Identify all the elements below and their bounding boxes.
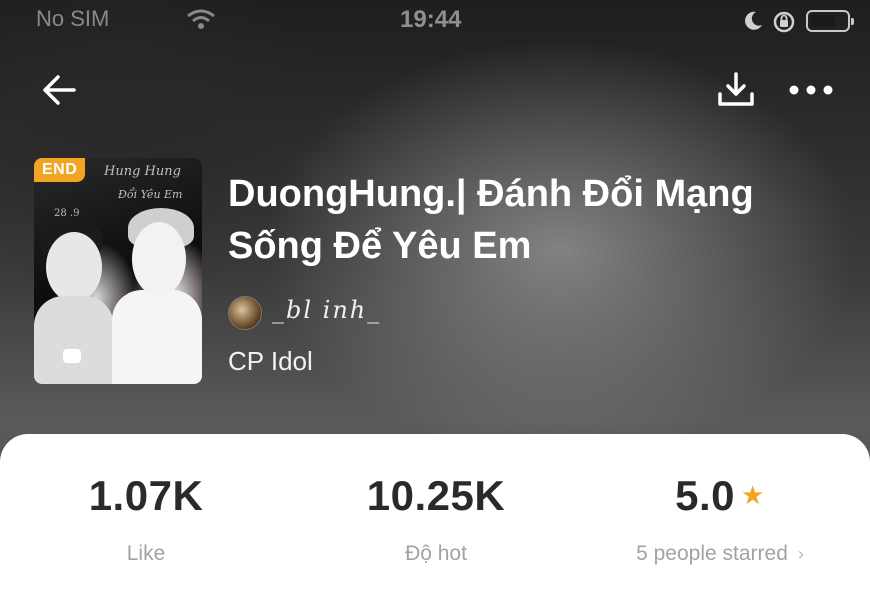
author-avatar[interactable] bbox=[228, 296, 262, 330]
more-dots-icon bbox=[789, 85, 833, 95]
stat-rating-value: 5.0 bbox=[675, 472, 736, 519]
chat-icon bbox=[50, 334, 96, 380]
do-not-disturb-icon bbox=[742, 10, 764, 37]
status-time: 19:44 bbox=[400, 6, 462, 33]
star-icon: ★ bbox=[741, 480, 765, 510]
stat-rating[interactable]: 5.0 ★ 5 people starred › bbox=[590, 472, 850, 566]
book-title: DuongHung.| Đánh Đổi Mạng Sống Để Yêu Em bbox=[228, 173, 754, 267]
rotation-lock-icon bbox=[772, 10, 796, 39]
download-icon bbox=[718, 72, 754, 106]
download-button[interactable] bbox=[714, 68, 758, 112]
more-options-button[interactable] bbox=[786, 76, 836, 104]
stat-rating-label: 5 people starred bbox=[636, 542, 788, 565]
author-name[interactable]: _bl inh_ bbox=[272, 296, 381, 324]
cover-script-top: Hung Hung bbox=[104, 164, 181, 179]
status-badge: END bbox=[34, 158, 86, 182]
back-button[interactable] bbox=[40, 70, 80, 110]
cover-script-bottom: Đổi Yêu Em bbox=[118, 188, 183, 201]
stat-hot: 10.25K Độ hot bbox=[306, 472, 566, 566]
book-cover[interactable]: Hung Hung Đổi Yêu Em 28 .9 bbox=[34, 158, 202, 384]
stats-panel: 1.07K Like 10.25K Độ hot 5.0 ★ 5 people s… bbox=[0, 434, 870, 614]
stat-likes-label: Like bbox=[126, 542, 166, 565]
book-category[interactable]: CP Idol bbox=[228, 346, 313, 377]
stat-likes-value: 1.07K bbox=[88, 472, 204, 519]
status-bar: No SIM 19:44 bbox=[0, 0, 870, 44]
battery-icon bbox=[806, 10, 854, 32]
stat-hot-value: 10.25K bbox=[366, 472, 506, 519]
carrier-label: No SIM bbox=[36, 6, 110, 31]
wifi-icon bbox=[186, 8, 216, 35]
cover-date: 28 .9 bbox=[54, 208, 80, 219]
chevron-right-icon: › bbox=[797, 544, 804, 564]
arrow-left-icon bbox=[43, 75, 76, 105]
stat-likes: 1.07K Like bbox=[16, 472, 276, 566]
stat-hot-label: Độ hot bbox=[405, 542, 467, 565]
